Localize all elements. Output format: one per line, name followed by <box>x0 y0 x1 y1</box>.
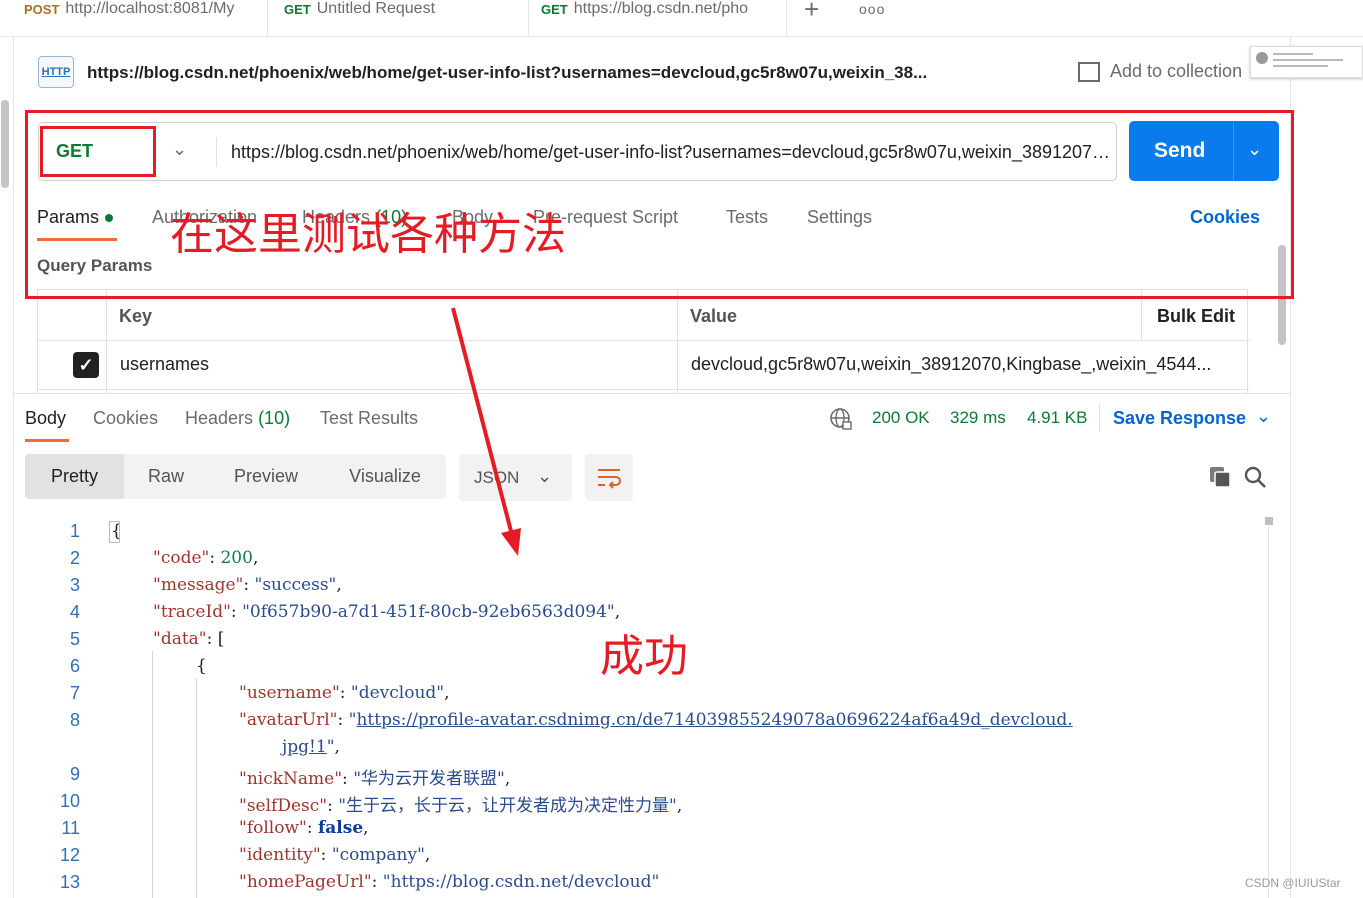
bracket-match-highlight <box>109 521 120 543</box>
response-separator <box>1099 404 1100 432</box>
avatar-url-link: https://profile-avatar.csdnimg.cn/de7140… <box>356 710 1073 730</box>
line-number: 9 <box>69 764 80 784</box>
code-line: "code": 200, <box>153 548 259 568</box>
view-mode-group: Pretty Raw Preview Visualize <box>25 454 446 499</box>
response-headers-count: (10) <box>258 408 291 428</box>
new-tab-plus-icon[interactable]: + <box>804 0 819 25</box>
param-key[interactable]: usernames <box>120 354 660 375</box>
status-code[interactable]: 200 OK <box>872 408 930 428</box>
response-tab-body[interactable]: Body <box>25 408 66 429</box>
code-line: "homePageUrl": "https://blog.csdn.net/de… <box>239 872 660 892</box>
left-scrollbar[interactable] <box>1 100 9 188</box>
code-line: "selfDesc": "生于云，长于云，让开发者成为决定性力量", <box>239 796 683 816</box>
value-column-header: Value <box>690 306 738 326</box>
tab-method: POST <box>24 2 60 17</box>
line-number: 12 <box>59 845 80 865</box>
line-number: 5 <box>69 629 80 649</box>
code-line: "message": "success", <box>153 575 342 595</box>
bulk-edit-button[interactable]: Bulk Edit <box>1157 306 1235 327</box>
chevron-down-icon: ⌄ <box>537 466 553 486</box>
line-number: 7 <box>69 683 80 703</box>
code-scrollbar-track[interactable] <box>1268 527 1269 898</box>
tab-bar: POST http://localhost:8081/My GET Untitl… <box>0 0 1363 37</box>
screenshot-thumbnail <box>1250 46 1363 78</box>
add-collection-icon <box>1078 61 1100 82</box>
code-line: "identity": "company", <box>239 845 431 865</box>
save-response-button[interactable]: Save Response <box>1113 408 1246 429</box>
raw-button[interactable]: Raw <box>124 454 208 499</box>
request-response-divider[interactable] <box>13 393 1290 394</box>
line-number: 2 <box>69 548 80 568</box>
tab-title: https://blog.csdn.net/pho <box>573 0 749 17</box>
preview-button[interactable]: Preview <box>208 454 324 499</box>
response-tab-headers[interactable]: Headers (10) <box>185 408 290 429</box>
chevron-down-icon[interactable]: ⌄ <box>1256 406 1271 427</box>
search-icon[interactable] <box>1243 465 1267 489</box>
response-tab-cookies[interactable]: Cookies <box>93 408 158 429</box>
tab-title: Untitled Request <box>316 0 436 17</box>
globe-lock-icon[interactable] <box>829 407 853 431</box>
add-to-collection-button[interactable]: Add to collection <box>1078 61 1242 82</box>
avatar-url-link: jpg!1 <box>282 737 327 757</box>
format-label: JSON <box>474 468 520 487</box>
code-line: "nickName": "华为云开发者联盟", <box>239 769 511 789</box>
body-active-underline <box>25 439 69 442</box>
tab-untitled-request[interactable]: GET Untitled Request <box>268 0 529 36</box>
code-line: "data": [ <box>153 629 225 649</box>
add-to-collection-label: Add to collection <box>1110 61 1243 81</box>
line-number: 1 <box>69 521 80 541</box>
tab-method: GET <box>541 2 568 17</box>
copy-icon[interactable] <box>1208 465 1232 489</box>
tab-method: GET <box>284 2 311 17</box>
request-title[interactable]: https://blog.csdn.net/phoenix/web/home/g… <box>87 63 927 83</box>
http-icon: HTTP <box>38 56 74 88</box>
line-number: 8 <box>69 710 80 730</box>
response-body-code[interactable]: 1 2 3 4 5 6 7 8 9 10 11 12 13 { "code": … <box>0 516 1260 898</box>
annotation-success: 成功 <box>600 632 688 681</box>
annotation-box-method <box>40 126 156 177</box>
more-tabs-icon[interactable]: ooo <box>859 1 885 17</box>
code-line: "avatarUrl": "https://profile-avatar.csd… <box>239 710 1073 730</box>
line-number: 10 <box>59 791 80 811</box>
wrap-lines-button[interactable] <box>585 454 633 501</box>
watermark: CSDN @IUIUStar <box>1245 876 1341 890</box>
code-line: "username": "devcloud", <box>239 683 450 703</box>
code-line: jpg!1", <box>282 737 340 757</box>
key-column-header: Key <box>119 306 153 326</box>
line-number: 6 <box>69 656 80 676</box>
line-number: 4 <box>69 602 80 622</box>
code-line: { <box>196 656 207 676</box>
response-time[interactable]: 329 ms <box>950 408 1006 428</box>
query-params-table: Key Value Bulk Edit ✓ usernames devcloud… <box>37 289 1249 394</box>
annotation-test-here: 在这里测试各种方法 <box>170 210 566 259</box>
param-value[interactable]: devcloud,gc5r8w07u,weixin_38912070,Kingb… <box>691 354 1241 375</box>
line-number: 3 <box>69 575 80 595</box>
format-select[interactable]: JSON ⌄ <box>459 454 572 501</box>
tab-csdn-request[interactable]: GET https://blog.csdn.net/pho <box>529 0 787 36</box>
response-tab-test-results[interactable]: Test Results <box>320 408 418 429</box>
line-number: 11 <box>61 818 80 838</box>
visualize-button[interactable]: Visualize <box>324 454 446 499</box>
tab-post-localhost[interactable]: POST http://localhost:8081/My <box>0 0 268 36</box>
code-line: "traceId": "0f657b90-a7d1-451f-80cb-92eb… <box>153 602 621 622</box>
code-line: "follow": false, <box>239 818 369 838</box>
line-number: 13 <box>59 872 80 892</box>
response-size[interactable]: 4.91 KB <box>1027 408 1088 428</box>
tab-title: http://localhost:8081/My <box>65 0 235 17</box>
code-scrollbar-thumb[interactable] <box>1265 517 1273 525</box>
pretty-button[interactable]: Pretty <box>25 454 124 499</box>
param-checkbox[interactable]: ✓ <box>73 352 99 378</box>
wrap-lines-icon <box>598 469 621 489</box>
response-headers-label: Headers <box>185 408 254 428</box>
